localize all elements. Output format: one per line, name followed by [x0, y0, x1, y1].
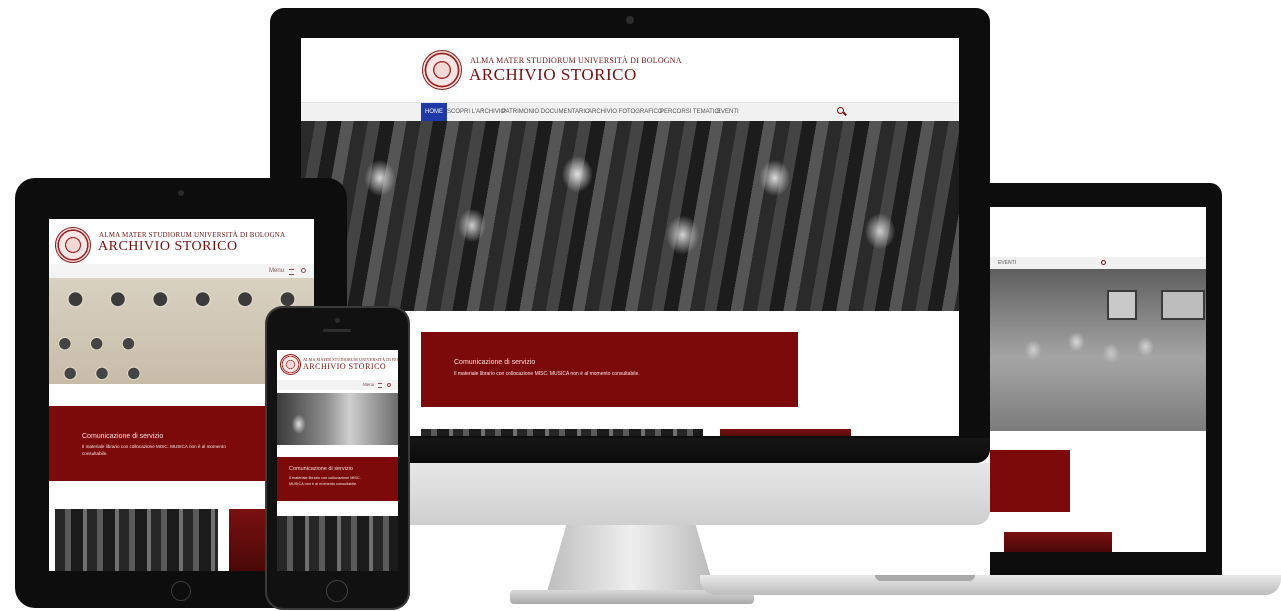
- notice-title: Comunicazione di servizio: [82, 433, 164, 440]
- university-name: ALMA MATER STUDIORUM UNIVERSITÀ DI BOLOG…: [470, 56, 682, 65]
- smartphone: ALMA MATER STUDIORUM UNIVERSITÀ DI BOLOG…: [265, 306, 410, 610]
- featured-thumbnail[interactable]: [55, 509, 218, 571]
- university-name: ALMA MATER STUDIORUM UNIVERSITÀ DI BOLOG…: [99, 231, 286, 239]
- notice-message-line-2: consultabile.: [82, 451, 108, 456]
- phone-speaker: [323, 329, 351, 332]
- laptop-base-notch: [875, 575, 975, 581]
- laptop-photo-frame: [1161, 290, 1205, 320]
- university-seal-logo[interactable]: [422, 50, 462, 90]
- laptop-base: [700, 575, 1281, 595]
- featured-thumbnail[interactable]: [1004, 532, 1112, 552]
- notice-message-line-2: MUSICA non è al momento consultabile.: [289, 482, 358, 486]
- menu-label[interactable]: Menu: [269, 264, 284, 278]
- nav-item-label: EVENTI: [717, 109, 739, 115]
- phone-hero-photo: [277, 393, 398, 445]
- service-notice: Comunicazione di servizio Il materiale l…: [49, 406, 287, 481]
- nav-item-label: ARCHIVIO FOTOGRAFICO: [588, 109, 663, 115]
- university-seal-logo[interactable]: [55, 227, 91, 263]
- laptop-photo-frame: [1107, 290, 1137, 320]
- main-nav: HOME SCOPRI L'ARCHIVIO PATRIMONIO DOCUME…: [301, 102, 959, 121]
- laptop: EVENTI: [990, 183, 1222, 575]
- featured-thumbnail[interactable]: [421, 429, 703, 436]
- notice-title: Comunicazione di servizio: [454, 359, 536, 366]
- phone-home-button[interactable]: [326, 580, 348, 602]
- search-icon[interactable]: [301, 268, 306, 273]
- phone-menu-bar: Menu: [277, 380, 398, 390]
- service-notice: Comunicazione di servizio Il materiale l…: [421, 332, 798, 407]
- nav-item-label: PERCORSI TEMATICI: [660, 109, 721, 115]
- phone-screen: ALMA MATER STUDIORUM UNIVERSITÀ DI BOLOG…: [277, 350, 398, 571]
- nav-item-patrimonio[interactable]: PATRIMONIO DOCUMENTARIO: [502, 103, 590, 121]
- monitor-stand: [546, 525, 716, 595]
- notice-message: Il materiale librario con collocazione M…: [454, 371, 640, 377]
- notice-message-line-1: Il materiale librario con collocazione M…: [289, 476, 361, 480]
- site-title[interactable]: ARCHIVIO STORICO: [469, 65, 637, 85]
- nav-item-percorsi[interactable]: PERCORSI TEMATICI: [660, 103, 720, 121]
- monitor-camera: [626, 16, 634, 24]
- nav-item-label: PATRIMONIO DOCUMENTARIO: [502, 109, 590, 115]
- laptop-screen: EVENTI: [990, 207, 1206, 552]
- nav-item-eventi[interactable]: EVENTI: [998, 257, 1016, 269]
- tablet-menu-bar: Menu: [49, 264, 314, 278]
- nav-item-label: SCOPRI L'ARCHIVIO: [447, 109, 506, 115]
- nav-item-home[interactable]: HOME: [421, 103, 447, 121]
- nav-item-scopri[interactable]: SCOPRI L'ARCHIVIO: [447, 103, 505, 121]
- search-icon[interactable]: [1101, 260, 1106, 265]
- featured-thumbnail[interactable]: [720, 429, 851, 436]
- nav-item-home-label: HOME: [425, 109, 443, 115]
- nav-item-archivio-fotografico[interactable]: ARCHIVIO FOTOGRAFICO: [588, 103, 663, 121]
- featured-thumbnail[interactable]: [277, 516, 398, 571]
- laptop-nav: EVENTI: [990, 257, 1206, 269]
- menu-label[interactable]: Menu: [363, 380, 374, 390]
- nav-item-eventi[interactable]: EVENTI: [717, 103, 739, 121]
- search-icon-handle: [843, 111, 847, 116]
- notice-title: Comunicazione di servizio: [289, 466, 353, 472]
- service-notice: [990, 450, 1070, 512]
- service-notice: Comunicazione di servizio Il materiale l…: [277, 457, 398, 501]
- search-icon[interactable]: [387, 382, 391, 387]
- tablet-home-button[interactable]: [171, 581, 191, 601]
- site-header: ALMA MATER STUDIORUM UNIVERSITÀ DI BOLOG…: [301, 38, 959, 102]
- notice-message-line-1: Il materiale librario con collocazione M…: [82, 444, 226, 449]
- site-title[interactable]: ARCHIVIO STORICO: [98, 239, 238, 255]
- hamburger-icon[interactable]: [378, 383, 382, 388]
- phone-camera: [335, 318, 340, 323]
- university-seal-logo[interactable]: [280, 354, 301, 375]
- tablet-camera: [178, 190, 184, 196]
- hamburger-icon[interactable]: [289, 269, 294, 275]
- hero-photo: [301, 121, 959, 311]
- site-title[interactable]: ARCHIVIO STORICO: [303, 362, 386, 371]
